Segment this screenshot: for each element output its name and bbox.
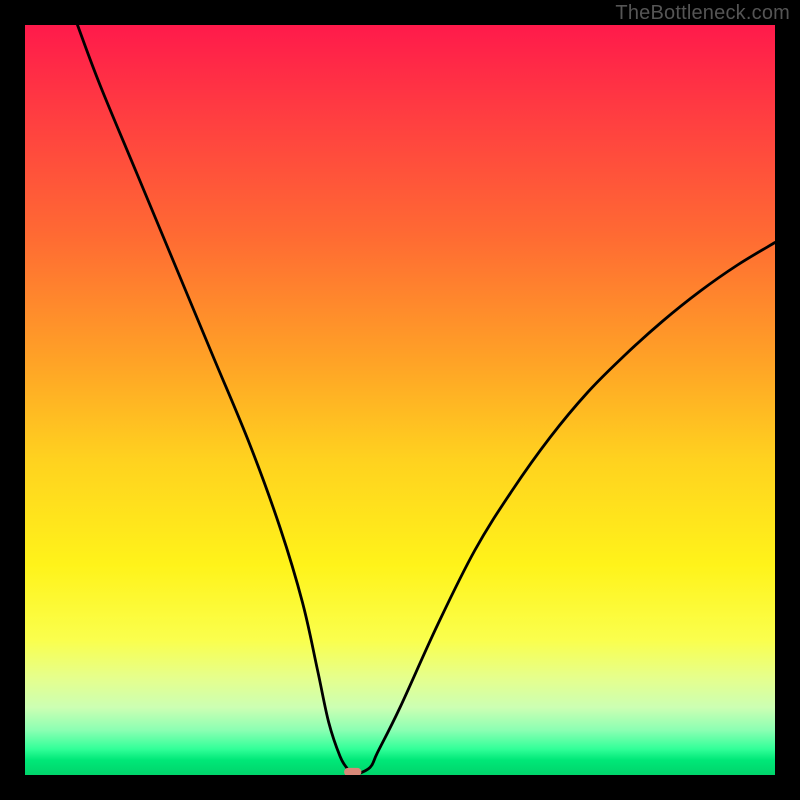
watermark-text: TheBottleneck.com <box>615 2 790 25</box>
plot-area <box>25 25 775 775</box>
curve-svg <box>25 25 775 775</box>
optimal-point-marker <box>344 768 361 775</box>
chart-frame: TheBottleneck.com <box>0 0 800 800</box>
bottleneck-curve <box>78 25 776 775</box>
